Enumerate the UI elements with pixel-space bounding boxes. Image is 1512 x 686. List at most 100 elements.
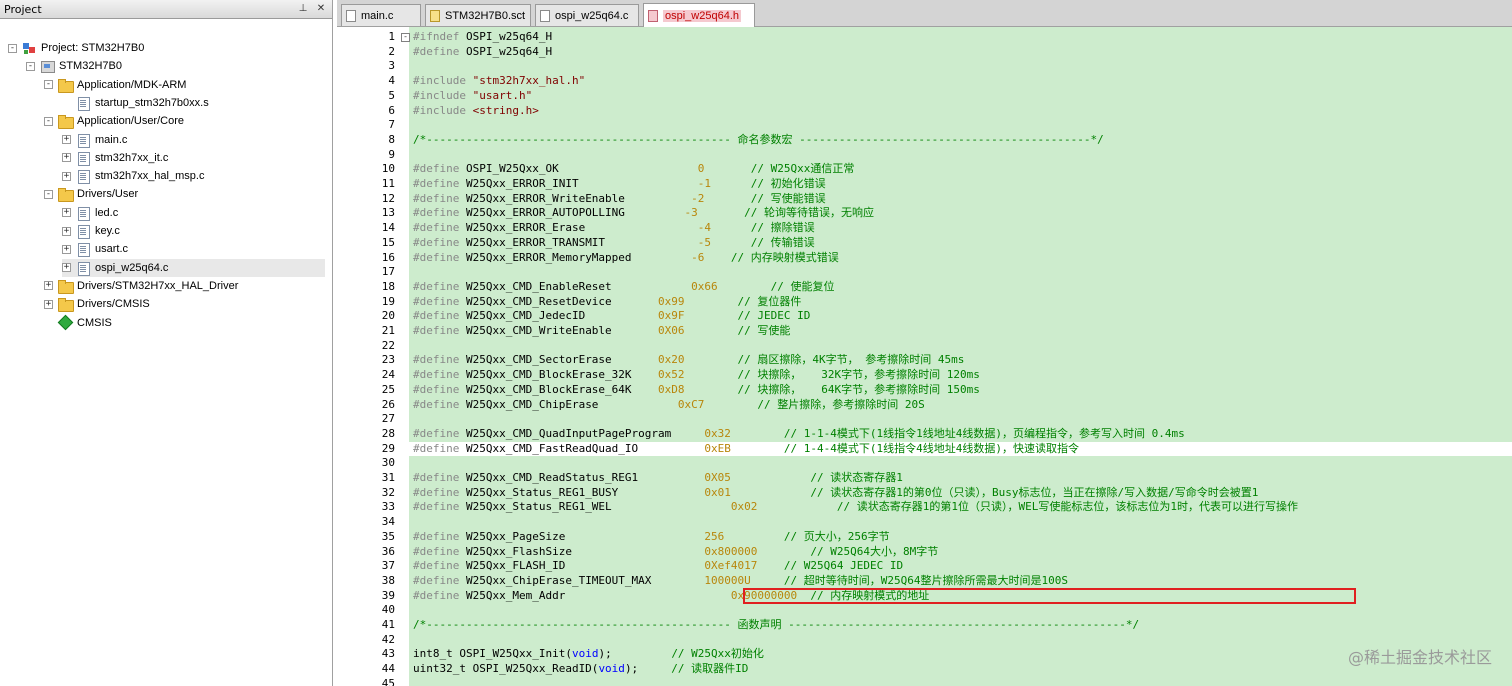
tree-item[interactable]: - Application/MDK-ARM bbox=[44, 76, 186, 94]
code-token: // W25Q64 JEDEC ID bbox=[783, 559, 904, 573]
collapse-icon[interactable]: - bbox=[44, 116, 53, 126]
code-line[interactable]: 18 #define W25Qxx_CMD_EnableReset 0x66 //… bbox=[337, 280, 1512, 295]
tree-item[interactable]: - Project: STM32H7B0 bbox=[8, 39, 144, 57]
code-token: // 写使能 bbox=[737, 324, 791, 337]
tree-item[interactable]: - Drivers/User bbox=[44, 185, 138, 203]
code-line[interactable]: 33 #define W25Qxx_Status_REG1_WEL 0x02 //… bbox=[337, 500, 1512, 515]
code-line[interactable]: 16 #define W25Qxx_ERROR_MemoryMapped -6 /… bbox=[337, 251, 1512, 266]
code-line[interactable]: 38 #define W25Qxx_ChipErase_TIMEOUT_MAX 1… bbox=[337, 574, 1512, 589]
collapse-icon[interactable]: - bbox=[44, 189, 53, 199]
code-line[interactable]: 44 uint32_t OSPI_W25Qxx_ReadID(void); // … bbox=[337, 662, 1512, 677]
expand-icon[interactable]: + bbox=[62, 135, 71, 144]
file-icon bbox=[75, 242, 91, 258]
code-token: #define bbox=[413, 573, 460, 587]
tree-item[interactable]: + stm32h7xx_hal_msp.c bbox=[62, 167, 204, 185]
code-line[interactable]: 6 #include <string.h> bbox=[337, 104, 1512, 119]
collapse-icon[interactable]: - bbox=[26, 61, 35, 71]
code-token: // 读状态寄存器1的第1位（只读），WEL写使能标志位，该标志位为1时，代表可… bbox=[836, 500, 1298, 514]
code-line[interactable]: 37 #define W25Qxx_FLASH_ID 0Xef4017 // W2… bbox=[337, 559, 1512, 574]
code-line[interactable]: 41 /*------------------------------------… bbox=[337, 618, 1512, 633]
code-line[interactable]: 19 #define W25Qxx_CMD_ResetDevice 0x99 //… bbox=[337, 295, 1512, 310]
code-line[interactable]: 3 bbox=[337, 59, 1512, 74]
expand-icon[interactable]: + bbox=[62, 171, 71, 181]
code-line[interactable]: 4 #include "stm32h7xx_hal.h" bbox=[337, 74, 1512, 89]
code-line[interactable]: 32 #define W25Qxx_Status_REG1_BUSY 0x01 /… bbox=[337, 486, 1512, 501]
code-text: #define W25Qxx_CMD_JedecID 0x9F // JEDEC… bbox=[413, 309, 810, 324]
code-line[interactable]: 43 int8_t OSPI_W25Qxx_Init(void); // W25Q… bbox=[337, 647, 1512, 662]
code-line[interactable]: 29 #define W25Qxx_CMD_FastReadQuad_IO 0xE… bbox=[337, 442, 1512, 457]
expand-icon[interactable]: + bbox=[62, 226, 71, 236]
editor-tab[interactable]: STM32H7B0.sct bbox=[425, 4, 531, 26]
collapse-icon[interactable]: - bbox=[44, 80, 53, 90]
tree-item[interactable]: + usart.c bbox=[62, 240, 128, 258]
tree-item[interactable]: + stm32h7xx_it.c bbox=[62, 149, 168, 167]
code-line[interactable]: 1- #ifndef OSPI_w25q64_H bbox=[337, 30, 1512, 45]
tree-item[interactable]: + ospi_w25q64.c bbox=[62, 258, 325, 277]
code-line[interactable]: 14 #define W25Qxx_ERROR_Erase -4 // 擦除错误 bbox=[337, 221, 1512, 236]
code-line[interactable]: 26 #define W25Qxx_CMD_ChipErase 0xC7 // 整… bbox=[337, 398, 1512, 413]
code-line[interactable]: 11 #define W25Qxx_ERROR_INIT -1 // 初始化错误 bbox=[337, 177, 1512, 192]
code-token: W25Qxx_ERROR_Erase bbox=[459, 221, 698, 235]
expand-icon[interactable]: + bbox=[62, 208, 71, 218]
code-line[interactable]: 27 bbox=[337, 412, 1512, 427]
tree-item[interactable]: CMSIS bbox=[44, 314, 112, 332]
expand-icon[interactable]: + bbox=[62, 263, 71, 273]
code-token: W25Qxx_PageSize bbox=[459, 529, 705, 543]
code-line[interactable]: 31 #define W25Qxx_CMD_ReadStatus_REG1 0X0… bbox=[337, 471, 1512, 486]
code-line[interactable]: 7 bbox=[337, 118, 1512, 133]
code-line[interactable]: 36 #define W25Qxx_FlashSize 0x800000 // W… bbox=[337, 545, 1512, 560]
collapse-icon[interactable]: - bbox=[8, 43, 17, 53]
close-icon[interactable]: ✕ bbox=[314, 2, 328, 16]
code-line[interactable]: 45 bbox=[337, 677, 1512, 686]
tree-item[interactable]: + led.c bbox=[62, 204, 118, 222]
tree-item[interactable]: - Application/User/Core bbox=[44, 112, 184, 130]
tree-item[interactable]: + key.c bbox=[62, 222, 120, 240]
tree-item[interactable]: + Drivers/STM32H7xx_HAL_Driver bbox=[44, 277, 238, 295]
pin-icon[interactable]: ⊥ bbox=[296, 2, 310, 16]
code-line[interactable]: 28 #define W25Qxx_CMD_QuadInputPageProgra… bbox=[337, 427, 1512, 442]
code-line[interactable]: 10 #define OSPI_W25Qxx_OK 0 // W25Qxx通信正常 bbox=[337, 162, 1512, 177]
code-line[interactable]: 12 #define W25Qxx_ERROR_WriteEnable -2 //… bbox=[337, 192, 1512, 207]
expand-icon[interactable]: + bbox=[62, 153, 71, 163]
tree-item[interactable]: - STM32H7B0 bbox=[26, 57, 122, 75]
code-line[interactable]: 9 bbox=[337, 148, 1512, 163]
code-text: #define W25Qxx_ChipErase_TIMEOUT_MAX 100… bbox=[413, 574, 1068, 589]
line-number: 35 bbox=[381, 529, 395, 543]
editor-tab[interactable]: ospi_w25q64.h bbox=[643, 3, 755, 27]
tree-item-label: Application/MDK-ARM bbox=[77, 78, 187, 91]
expand-icon[interactable]: + bbox=[44, 281, 53, 291]
code-line[interactable]: 20 #define W25Qxx_CMD_JedecID 0x9F // JED… bbox=[337, 309, 1512, 324]
tab-label: ospi_w25q64.c bbox=[555, 9, 629, 22]
code-line[interactable]: 40 bbox=[337, 603, 1512, 618]
editor-tab[interactable]: ospi_w25q64.c bbox=[535, 4, 639, 26]
code-line[interactable]: 22 bbox=[337, 339, 1512, 354]
fold-toggle-icon[interactable]: - bbox=[401, 33, 410, 42]
expand-icon[interactable]: + bbox=[44, 299, 53, 309]
code-line[interactable]: 23 #define W25Qxx_CMD_SectorErase 0x20 //… bbox=[337, 353, 1512, 368]
code-token: 0x66 bbox=[691, 279, 718, 293]
tree-item[interactable]: startup_stm32h7b0xx.s bbox=[62, 94, 209, 112]
expand-icon[interactable]: + bbox=[62, 244, 71, 254]
editor-tab[interactable]: main.c bbox=[341, 4, 421, 26]
tree-item[interactable]: + Drivers/CMSIS bbox=[44, 295, 150, 313]
code-line[interactable]: 42 bbox=[337, 633, 1512, 648]
tree-item[interactable]: + main.c bbox=[62, 131, 127, 149]
code-line[interactable]: 17 bbox=[337, 265, 1512, 280]
code-line[interactable]: 21 #define W25Qxx_CMD_WriteEnable 0X06 //… bbox=[337, 324, 1512, 339]
code-line[interactable]: 5 #include "usart.h" bbox=[337, 89, 1512, 104]
code-line[interactable]: 15 #define W25Qxx_ERROR_TRANSMIT -5 // 传输… bbox=[337, 236, 1512, 251]
code-text: #define W25Qxx_ERROR_INIT -1 // 初始化错误 bbox=[413, 177, 826, 192]
code-line[interactable]: 25 #define W25Qxx_CMD_BlockErase_64K 0xD8… bbox=[337, 383, 1512, 398]
code-line[interactable]: 24 #define W25Qxx_CMD_BlockErase_32K 0x52… bbox=[337, 368, 1512, 383]
project-panel-header: Project ⊥ ✕ bbox=[0, 0, 332, 19]
code-line[interactable]: 35 #define W25Qxx_PageSize 256 // 页大小，256… bbox=[337, 530, 1512, 545]
code-line[interactable]: 34 bbox=[337, 515, 1512, 530]
code-line[interactable]: 30 bbox=[337, 456, 1512, 471]
code-text: #define W25Qxx_Status_REG1_BUSY 0x01 // … bbox=[413, 486, 1258, 501]
code-token: #define bbox=[413, 397, 460, 411]
code-line[interactable]: 13 #define W25Qxx_ERROR_AUTOPOLLING -3 //… bbox=[337, 206, 1512, 221]
code-token: #define bbox=[413, 250, 460, 264]
code-line[interactable]: 8 /*-------------------------------------… bbox=[337, 133, 1512, 148]
code-line[interactable]: 2 #define OSPI_w25q64_H bbox=[337, 45, 1512, 60]
